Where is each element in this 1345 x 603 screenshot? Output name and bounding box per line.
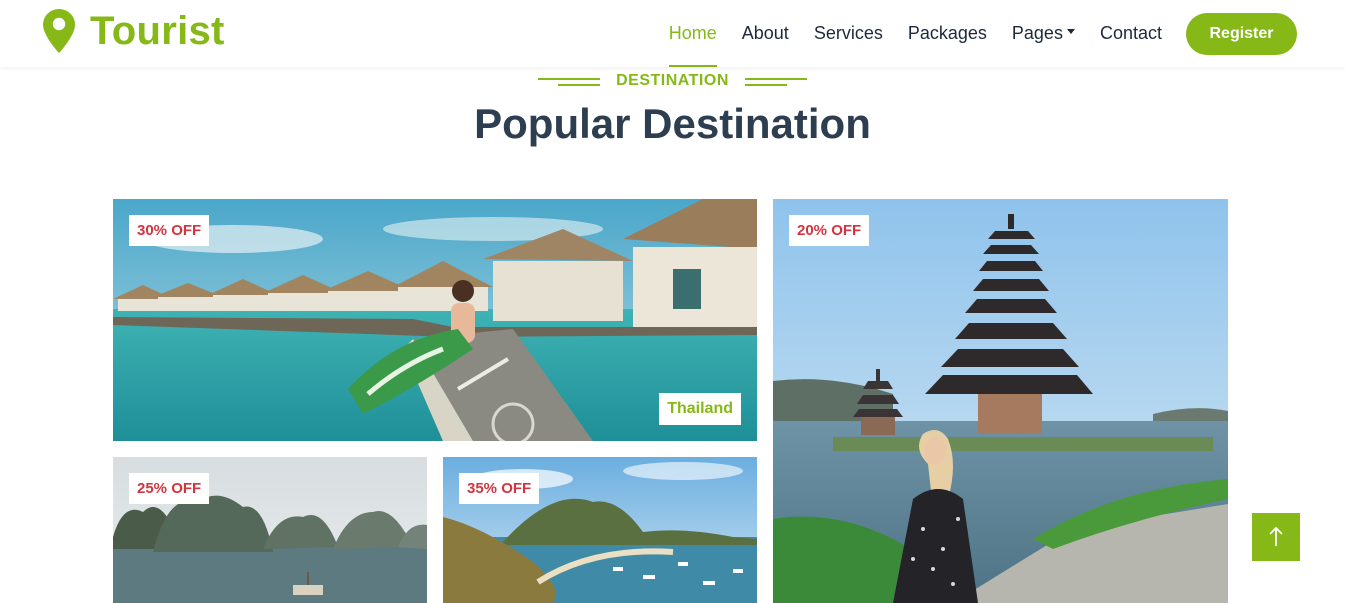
destination-card-thailand[interactable]: 30% OFF Thailand [113,199,757,441]
main-nav: Home About Services Packages Pages Conta… [644,0,1297,67]
nav-item-pages[interactable]: Pages [1012,0,1075,67]
destination-card-island[interactable]: 35% OFF [443,457,757,603]
nav-item-home[interactable]: Home [668,0,717,67]
brand-name: Tourist [90,8,225,53]
section-title: Popular Destination [474,100,871,147]
nav-item-services[interactable]: Services [814,0,883,67]
discount-badge: 20% OFF [789,215,870,246]
caret-down-icon [1066,29,1075,34]
arrow-up-icon [1269,526,1283,546]
section-subtitle-row: DESTINATION [0,72,1345,90]
destination-name: Thailand [659,393,741,425]
brand-logo[interactable]: Tourist [42,8,225,54]
title-decoration-right [744,75,807,87]
back-to-top-button[interactable] [1252,513,1300,561]
section-subtitle: DESTINATION [616,72,729,89]
register-button[interactable]: Register [1186,12,1297,55]
destination-card-temple[interactable]: 20% OFF [773,199,1228,603]
map-marker-icon [43,9,75,53]
discount-badge: 30% OFF [129,215,210,246]
nav-item-about[interactable]: About [742,0,789,67]
nav-item-pages-label: Pages [1011,23,1063,43]
destination-image [773,199,1228,603]
discount-badge: 25% OFF [129,473,210,504]
discount-badge: 35% OFF [459,473,540,504]
title-decoration-left [538,75,601,87]
navbar: Tourist Home About Services Packages Pag… [0,0,1345,67]
destination-card-bay[interactable]: 25% OFF [113,457,427,603]
nav-item-contact[interactable]: Contact [1100,0,1162,67]
nav-item-packages[interactable]: Packages [908,0,987,67]
